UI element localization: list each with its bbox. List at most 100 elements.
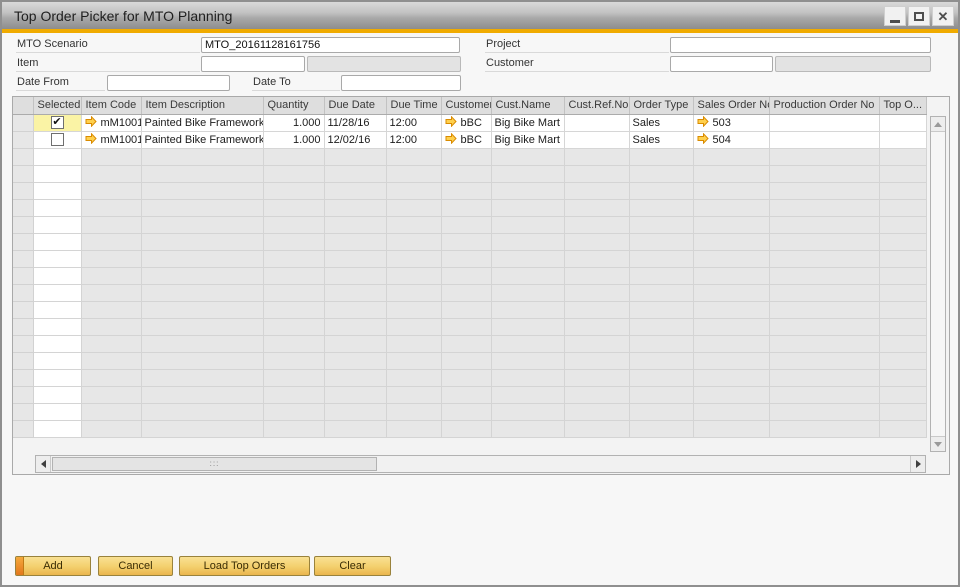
selected-cell[interactable] [33, 233, 81, 250]
date-to-input[interactable] [341, 75, 461, 91]
row-selector[interactable] [13, 267, 33, 284]
selected-cell[interactable] [33, 335, 81, 352]
link-arrow-icon[interactable] [85, 116, 97, 127]
row-selector[interactable] [13, 233, 33, 250]
cell-quantity[interactable]: 1.000 [263, 131, 324, 148]
close-button[interactable]: ✕ [932, 6, 954, 26]
row-selector[interactable] [13, 369, 33, 386]
scroll-up-button[interactable] [931, 117, 945, 132]
selected-cell[interactable] [33, 131, 81, 148]
cell-item-description[interactable]: Painted Bike Framework [141, 114, 263, 131]
header-quantity[interactable]: Quantity [263, 97, 324, 114]
cell-due-time[interactable]: 12:00 [386, 131, 441, 148]
header-order-type[interactable]: Order Type [629, 97, 693, 114]
selected-cell[interactable] [33, 148, 81, 165]
cell-customer[interactable]: bBC [441, 131, 491, 148]
maximize-button[interactable] [908, 6, 930, 26]
link-arrow-icon[interactable] [697, 133, 709, 144]
horizontal-scrollbar[interactable]: ∶∶∶ [14, 455, 926, 473]
row-selector[interactable] [13, 386, 33, 403]
clear-button[interactable]: Clear [314, 556, 391, 576]
selected-cell[interactable] [33, 199, 81, 216]
cell-quantity[interactable]: 1.000 [263, 114, 324, 131]
vertical-scrollbar[interactable] [930, 116, 946, 452]
row-selector[interactable] [13, 114, 33, 131]
row-selector[interactable] [13, 318, 33, 335]
scroll-left-button[interactable] [36, 456, 51, 472]
header-due-date[interactable]: Due Date [324, 97, 386, 114]
selected-cell[interactable] [33, 352, 81, 369]
row-selector[interactable] [13, 250, 33, 267]
cell-cust-name[interactable]: Big Bike Mart [491, 114, 564, 131]
item-code-input[interactable] [201, 56, 305, 72]
add-button[interactable]: Add [15, 556, 91, 576]
cell-due-time[interactable]: 12:00 [386, 114, 441, 131]
cell-sales-order-no[interactable]: 503 [693, 114, 769, 131]
row-selector[interactable] [13, 199, 33, 216]
scroll-down-button[interactable] [931, 436, 945, 451]
selected-cell[interactable] [33, 420, 81, 437]
header-selected[interactable]: Selected [33, 97, 81, 114]
selected-cell[interactable] [33, 318, 81, 335]
cell-item-description[interactable]: Painted Bike Framework [141, 131, 263, 148]
selected-cell[interactable] [33, 216, 81, 233]
header-cust-name[interactable]: Cust.Name [491, 97, 564, 114]
row-selector[interactable] [13, 165, 33, 182]
header-item-code[interactable]: Item Code [81, 97, 141, 114]
row-selector[interactable] [13, 284, 33, 301]
row-selector[interactable] [13, 420, 33, 437]
selected-cell[interactable] [33, 284, 81, 301]
row-selector[interactable] [13, 131, 33, 148]
selected-cell[interactable] [33, 165, 81, 182]
minimize-button[interactable] [884, 6, 906, 26]
cell-cust-ref-no[interactable] [564, 114, 629, 131]
cell-production-order-no[interactable] [769, 114, 879, 131]
link-arrow-icon[interactable] [85, 133, 97, 144]
customer-code-input[interactable] [670, 56, 773, 72]
project-input[interactable] [670, 37, 931, 53]
row-checkbox[interactable] [51, 133, 64, 146]
selected-cell[interactable]: ✔ [33, 114, 81, 131]
mto-scenario-input[interactable] [201, 37, 460, 53]
row-selector[interactable] [13, 216, 33, 233]
row-selector[interactable] [13, 148, 33, 165]
header-sales-order-no[interactable]: Sales Order No [693, 97, 769, 114]
header-due-time[interactable]: Due Time [386, 97, 441, 114]
date-from-input[interactable] [107, 75, 230, 91]
cancel-button[interactable]: Cancel [98, 556, 173, 576]
cell-order-type[interactable]: Sales [629, 114, 693, 131]
selected-cell[interactable] [33, 250, 81, 267]
selected-cell[interactable] [33, 403, 81, 420]
cell-cust-name[interactable]: Big Bike Mart [491, 131, 564, 148]
cell-due-date[interactable]: 12/02/16 [324, 131, 386, 148]
link-arrow-icon[interactable] [697, 116, 709, 127]
row-selector[interactable] [13, 403, 33, 420]
title-bar[interactable]: Top Order Picker for MTO Planning ✕ [2, 2, 958, 29]
cell-production-order-no[interactable] [769, 131, 879, 148]
header-customer[interactable]: Customer [441, 97, 491, 114]
row-selector[interactable] [13, 335, 33, 352]
header-item-description[interactable]: Item Description [141, 97, 263, 114]
header-cust-ref-no[interactable]: Cust.Ref.No. [564, 97, 629, 114]
selected-cell[interactable] [33, 267, 81, 284]
cell-cust-ref-no[interactable] [564, 131, 629, 148]
cell-top-o[interactable] [879, 114, 926, 131]
header-top-order[interactable]: Top O... [879, 97, 926, 114]
header-production-order-no[interactable]: Production Order No [769, 97, 879, 114]
link-arrow-icon[interactable] [445, 133, 457, 144]
selected-cell[interactable] [33, 301, 81, 318]
link-arrow-icon[interactable] [445, 116, 457, 127]
cell-due-date[interactable]: 11/28/16 [324, 114, 386, 131]
cell-order-type[interactable]: Sales [629, 131, 693, 148]
cell-top-o[interactable] [879, 131, 926, 148]
horizontal-scroll-thumb[interactable]: ∶∶∶ [52, 457, 377, 471]
selected-cell[interactable] [33, 182, 81, 199]
selected-cell[interactable] [33, 386, 81, 403]
load-top-orders-button[interactable]: Load Top Orders [179, 556, 310, 576]
row-checkbox[interactable]: ✔ [51, 116, 64, 129]
cell-sales-order-no[interactable]: 504 [693, 131, 769, 148]
row-selector[interactable] [13, 182, 33, 199]
cell-item-code[interactable]: mM1001 [81, 114, 141, 131]
selected-cell[interactable] [33, 369, 81, 386]
cell-item-code[interactable]: mM1001 [81, 131, 141, 148]
